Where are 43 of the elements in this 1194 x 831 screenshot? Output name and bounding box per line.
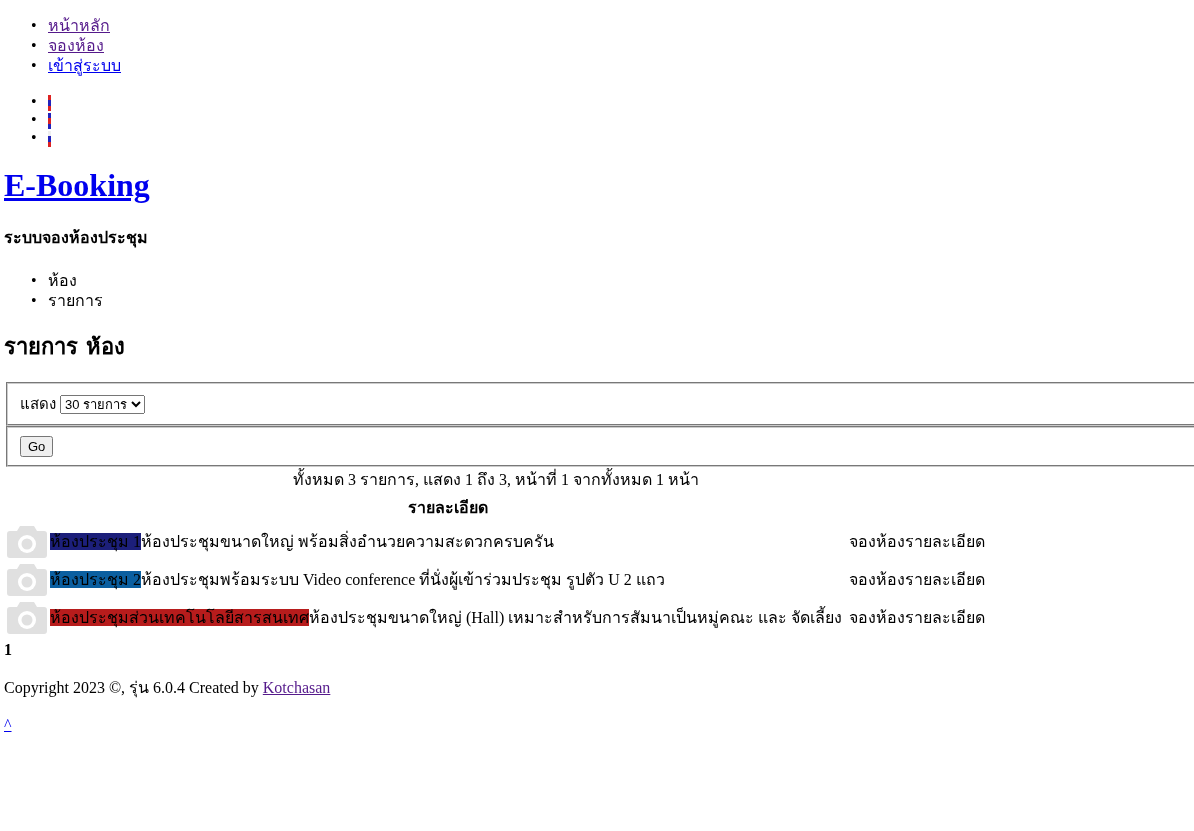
bullet: • bbox=[31, 271, 38, 291]
page-number[interactable]: 1 bbox=[4, 641, 1194, 659]
flag-icon[interactable] bbox=[48, 131, 51, 148]
book-link[interactable]: จองห้อง bbox=[849, 608, 906, 626]
book-link[interactable]: จองห้อง bbox=[849, 570, 906, 588]
details-link[interactable]: รายละเอียด bbox=[905, 570, 986, 588]
bullet: • bbox=[31, 36, 38, 56]
room-name: ห้องประชุมส่วนเทคโนโลยีสารสนเทศ bbox=[50, 608, 309, 626]
count-select[interactable]: 30 รายการ bbox=[60, 395, 145, 414]
bullet: • bbox=[31, 56, 38, 76]
copyright-text: Copyright 2023 ©, รุ่น 6.0.4 Created by bbox=[4, 679, 259, 696]
menu-link[interactable]: เข้าสู่ระบบ bbox=[48, 57, 121, 74]
camera-icon bbox=[7, 562, 47, 596]
flag-icon[interactable] bbox=[48, 113, 51, 130]
back-to-top-link[interactable]: ^ bbox=[4, 716, 12, 733]
column-header: รายละเอียด bbox=[407, 498, 490, 518]
details-link[interactable]: รายละเอียด bbox=[905, 532, 986, 550]
room-name: ห้องประชุม 2 bbox=[50, 570, 141, 588]
bullet: • bbox=[31, 291, 38, 311]
site-subtitle: ระบบจองห้องประชุม bbox=[4, 228, 149, 250]
details-link[interactable]: รายละเอียด bbox=[905, 608, 986, 626]
bullet: • bbox=[31, 92, 38, 112]
bullet: • bbox=[31, 16, 38, 36]
camera-icon bbox=[7, 600, 47, 634]
flag-icon[interactable] bbox=[48, 95, 51, 112]
page-heading: รายการ ห้อง bbox=[4, 333, 126, 361]
author-link[interactable]: Kotchasan bbox=[262, 679, 331, 696]
bullet: • bbox=[31, 110, 38, 130]
camera-icon bbox=[7, 524, 47, 558]
go-button[interactable]: Go bbox=[20, 436, 54, 457]
tab[interactable]: รายการ bbox=[48, 292, 103, 309]
bullet: • bbox=[31, 128, 38, 148]
show-label: แสดง bbox=[20, 395, 56, 412]
room-name: ห้องประชุม 1 bbox=[50, 532, 141, 550]
site-title[interactable]: E-Booking bbox=[4, 167, 150, 203]
book-link[interactable]: จองห้อง bbox=[849, 532, 906, 550]
room-description: ห้องประชุมขนาดใหญ่ (Hall) เหมาะสำหรับการสัมนาเป็นหมู่คณะ และ จัดเลี้ยง bbox=[309, 608, 843, 626]
menu-link[interactable]: จองห้อง bbox=[48, 37, 104, 54]
room-description: ห้องประชุมขนาดใหญ่ พร้อมสิ่งอำนวยความสะดวกครบครัน bbox=[141, 532, 554, 550]
tab[interactable]: ห้อง bbox=[48, 272, 77, 289]
room-description: ห้องประชุมพร้อมระบบ Video conference ที่นั่งผู้เข้าร่วมประชุม รูปตัว U 2 แถว bbox=[141, 570, 665, 588]
table-summary: ทั้งหมด 3 รายการ, แสดง 1 ถึง 3, หน้าที่ 1 จากทั้งหมด 1 หน้า bbox=[4, 467, 989, 492]
menu-link[interactable]: หน้าหลัก bbox=[48, 17, 110, 34]
